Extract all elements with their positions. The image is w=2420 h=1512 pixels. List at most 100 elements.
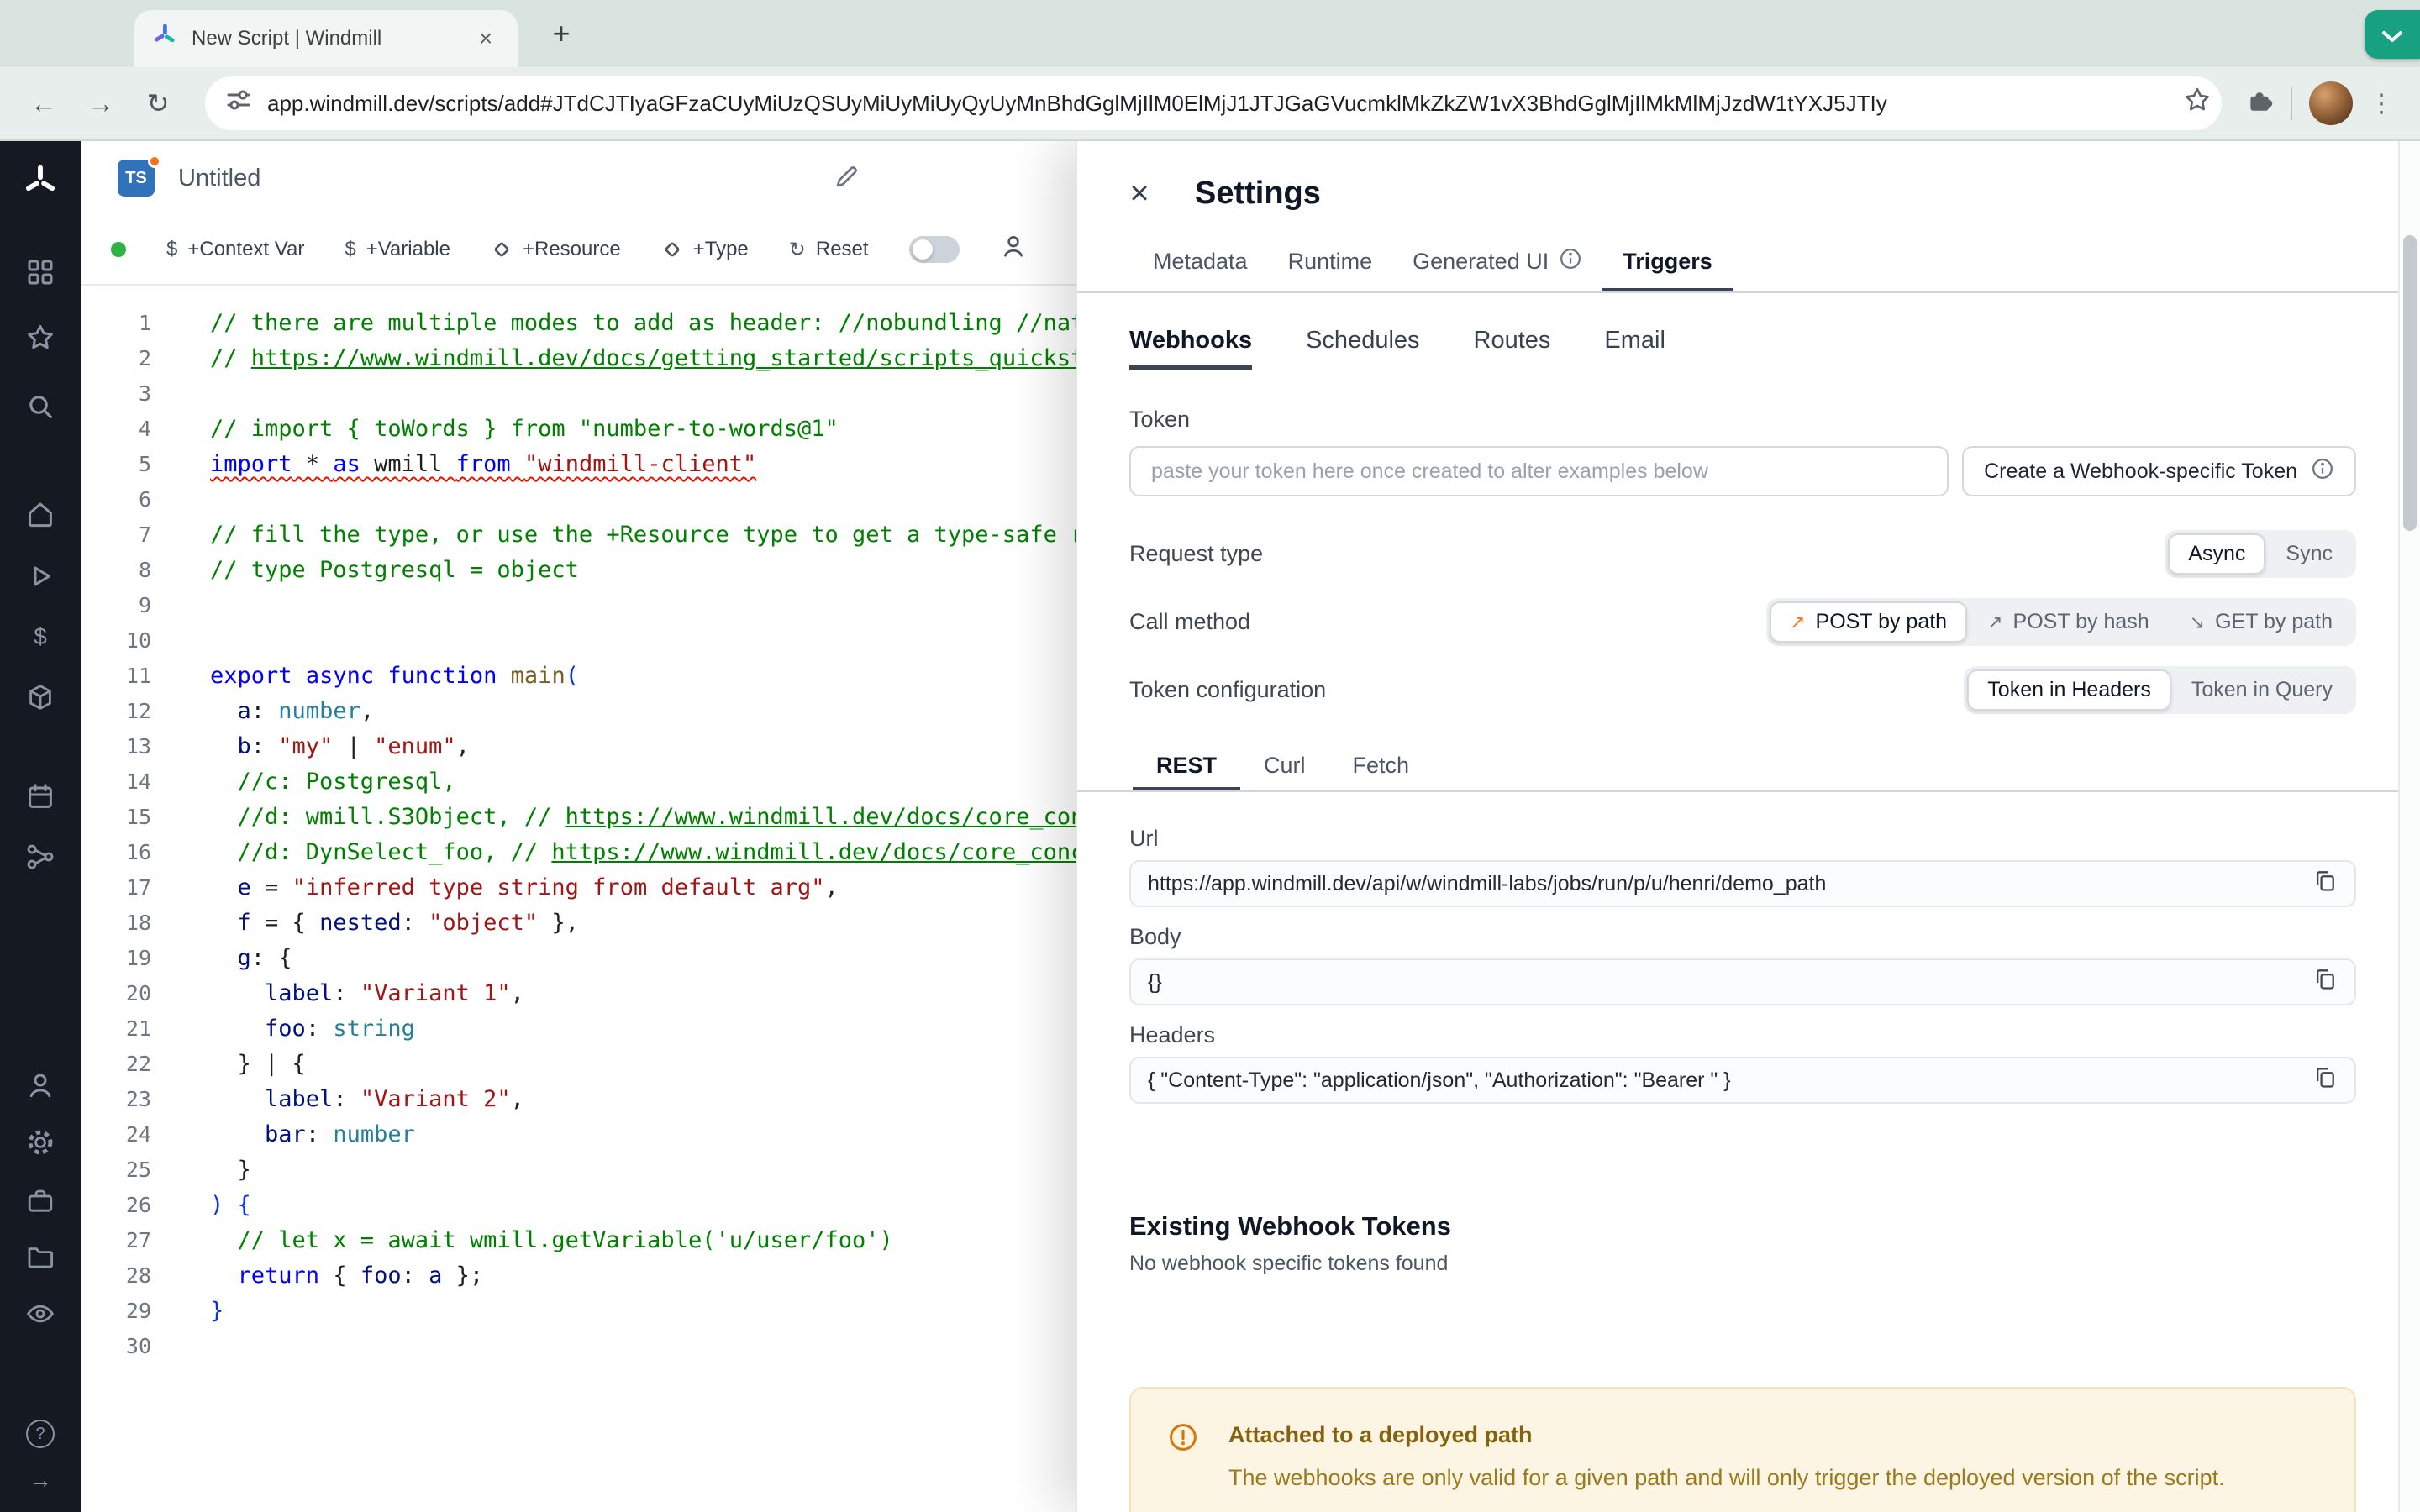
windmill-logo-icon[interactable] <box>22 163 59 200</box>
tab-email[interactable]: Email <box>1604 327 1665 370</box>
favorites-star-icon[interactable] <box>25 323 55 353</box>
site-settings-icon[interactable] <box>225 87 252 120</box>
headers-field: { "Content-Type": "application/json", "A… <box>1129 1057 2356 1104</box>
post-by-hash-option[interactable]: ↗ POST by hash <box>1967 601 2170 643</box>
create-webhook-token-button[interactable]: Create a Webhook-specific Token <box>1962 446 2356 496</box>
copy-icon[interactable] <box>2312 868 2338 900</box>
copy-icon[interactable] <box>2312 966 2338 998</box>
new-tab-button[interactable]: + <box>541 13 581 54</box>
async-option[interactable]: Async <box>2168 533 2266 575</box>
resources-icon[interactable] <box>25 682 55 712</box>
runs-icon[interactable] <box>25 561 55 591</box>
tab-fetch[interactable]: Fetch <box>1329 741 1434 790</box>
schedules-icon[interactable] <box>25 781 55 811</box>
line-number: 7 <box>138 522 151 547</box>
search-icon[interactable] <box>25 391 55 422</box>
add-resource-button[interactable]: +Resource <box>491 238 621 261</box>
line-number: 29 <box>125 1299 151 1323</box>
script-title[interactable]: Untitled <box>178 165 260 192</box>
line-number: 8 <box>138 558 151 582</box>
info-icon <box>2311 457 2334 486</box>
line-number: 9 <box>138 593 151 617</box>
tab-triggers[interactable]: Triggers <box>1602 232 1733 291</box>
tab-curl[interactable]: Curl <box>1240 741 1329 790</box>
tab-rest[interactable]: REST <box>1133 741 1240 790</box>
forward-button[interactable]: → <box>77 80 124 127</box>
token-label: Token <box>1129 407 1191 432</box>
tab-close-icon[interactable]: × <box>471 24 501 54</box>
call-method-label: Call method <box>1129 609 1251 634</box>
token-row: Create a Webhook-specific Token <box>1129 446 2356 496</box>
sync-option[interactable]: Sync <box>2265 533 2353 575</box>
trigger-tabs: Webhooks Schedules Routes Email <box>1129 327 2356 370</box>
tab-generated-ui[interactable]: Generated UI <box>1392 232 1602 291</box>
home-icon[interactable] <box>25 499 55 529</box>
workers-icon[interactable] <box>25 1186 55 1216</box>
reload-button[interactable]: ↻ <box>134 80 182 127</box>
line-number: 24 <box>125 1122 151 1147</box>
line-number: 23 <box>125 1087 151 1111</box>
line-number: 19 <box>125 946 151 970</box>
line-number: 2 <box>138 346 151 370</box>
audit-eye-icon[interactable] <box>25 1299 55 1329</box>
line-number: 26 <box>125 1193 151 1217</box>
help-icon[interactable]: ? <box>26 1420 55 1448</box>
collapse-chevron-button[interactable] <box>2365 10 2420 59</box>
user-icon[interactable] <box>25 1070 55 1100</box>
url-text: app.windmill.dev/scripts/add#JTdCJTIyaGF… <box>267 90 1887 116</box>
tab-schedules[interactable]: Schedules <box>1306 327 1419 370</box>
apps-icon[interactable] <box>25 257 55 287</box>
browser-window: New Script | Windmill × + ← → ↻ app.wind… <box>0 0 2420 1512</box>
scrollbar-thumb[interactable] <box>2403 235 2417 531</box>
tab-metadata[interactable]: Metadata <box>1133 232 1268 291</box>
copy-icon[interactable] <box>2312 1064 2338 1096</box>
line-number: 16 <box>125 840 151 864</box>
assistant-toggle[interactable] <box>908 236 960 263</box>
url-value: https://app.windmill.dev/api/w/windmill-… <box>1148 871 1827 895</box>
add-context-var-button[interactable]: $ +Context Var <box>166 238 304 261</box>
browser-toolbar: ← → ↻ app.windmill.dev/scripts/add#JTdCJ… <box>0 67 2420 141</box>
browser-menu-icon[interactable]: ⋮ <box>2363 89 2400 118</box>
edit-pencil-icon[interactable] <box>834 165 859 197</box>
tab-webhooks[interactable]: Webhooks <box>1129 327 1252 370</box>
profile-avatar[interactable] <box>2309 81 2353 125</box>
arrow-up-right-icon: ↗ <box>1987 611 2003 633</box>
tab-runtime[interactable]: Runtime <box>1268 232 1393 291</box>
body-field: {} <box>1129 958 2356 1005</box>
line-number: 11 <box>125 664 151 688</box>
line-number: 3 <box>138 381 151 406</box>
add-type-button[interactable]: +Type <box>661 238 749 261</box>
folders-icon[interactable] <box>25 1242 55 1272</box>
tab-strip: New Script | Windmill × + <box>0 0 2420 67</box>
get-by-path-option[interactable]: ↘ GET by path <box>2170 601 2353 643</box>
toolbar-divider <box>2291 87 2292 120</box>
back-button[interactable]: ← <box>20 80 67 127</box>
reset-icon: ↻ <box>788 238 806 261</box>
token-in-query-option[interactable]: Token in Query <box>2171 669 2353 711</box>
token-in-headers-option[interactable]: Token in Headers <box>1967 669 2171 711</box>
draft-indicator-dot <box>148 155 161 168</box>
variables-icon[interactable]: $ <box>34 623 47 650</box>
scrollbar-track[interactable] <box>2398 141 2420 1512</box>
line-number: 21 <box>125 1016 151 1041</box>
token-input[interactable] <box>1129 446 1949 496</box>
browser-tab[interactable]: New Script | Windmill × <box>134 10 518 67</box>
settings-tabs: Metadata Runtime Generated UI Triggers <box>1077 232 2398 293</box>
address-bar[interactable]: app.windmill.dev/scripts/add#JTdCJTIyaGF… <box>205 76 2222 130</box>
extensions-puzzle-icon[interactable] <box>2245 86 2274 121</box>
tab-routes[interactable]: Routes <box>1474 327 1551 370</box>
flows-icon[interactable] <box>25 842 55 872</box>
bookmark-star-icon[interactable] <box>2183 86 2212 121</box>
settings-gear-icon[interactable] <box>25 1127 55 1158</box>
account-icon[interactable] <box>1000 233 1027 266</box>
line-number: 10 <box>125 628 151 653</box>
close-icon[interactable]: × <box>1118 171 1161 215</box>
request-type-toggle: Async Sync <box>2165 530 2356 578</box>
add-variable-button[interactable]: $ +Variable <box>345 238 450 261</box>
reset-button[interactable]: ↻ Reset <box>789 238 869 262</box>
url-label: Url <box>1129 826 1159 851</box>
expand-sidebar-icon[interactable]: → <box>29 1467 52 1494</box>
arrow-down-right-icon: ↘ <box>2189 611 2206 633</box>
settings-header: × Settings <box>1129 165 2356 222</box>
post-by-path-option[interactable]: ↗ POST by path <box>1770 601 1968 643</box>
